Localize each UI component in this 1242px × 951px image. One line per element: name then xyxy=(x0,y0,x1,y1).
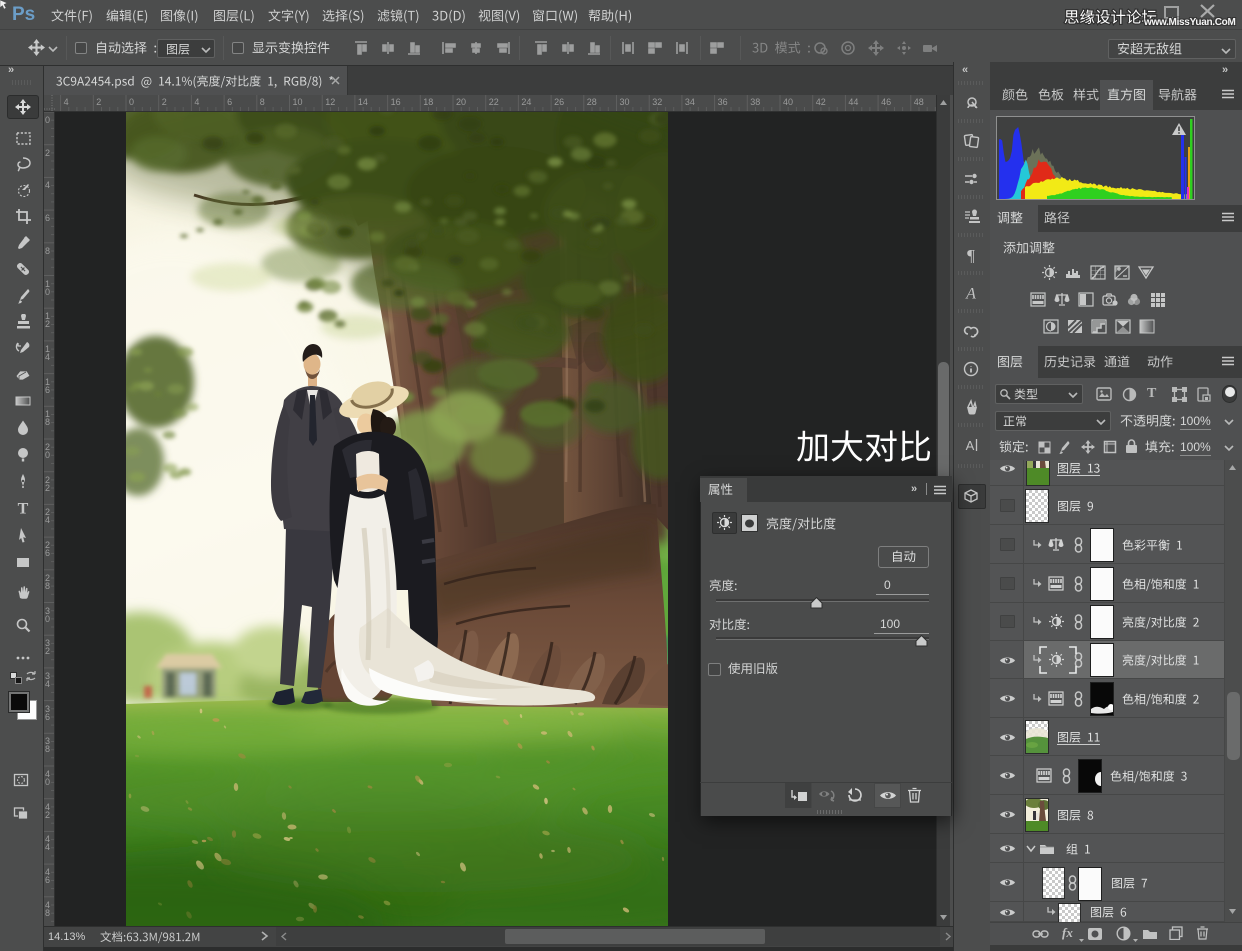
svg-text:A: A xyxy=(966,438,975,453)
svg-text:T: T xyxy=(18,501,29,517)
svg-text:¶: ¶ xyxy=(967,247,975,263)
svg-text:A: A xyxy=(965,286,976,302)
